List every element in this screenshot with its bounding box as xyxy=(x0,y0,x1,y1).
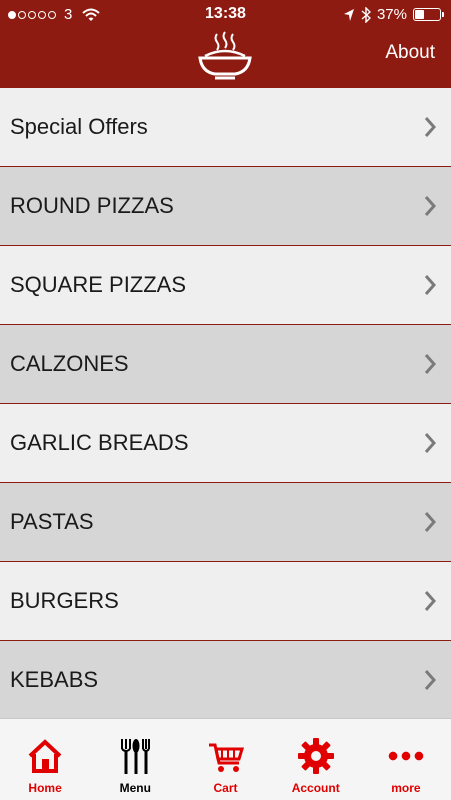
battery-icon xyxy=(413,8,444,21)
gear-icon xyxy=(297,737,335,775)
menu-row-label: BURGERS xyxy=(10,588,119,613)
tab-cart-label: Cart xyxy=(213,781,238,795)
menu-row[interactable]: Special Offers xyxy=(0,88,451,167)
tab-account[interactable]: Account xyxy=(271,719,361,800)
menu-row[interactable]: SQUARE PIZZAS xyxy=(0,246,451,325)
chevron-right-icon xyxy=(424,275,437,295)
menu-row[interactable]: PASTAS xyxy=(0,483,451,562)
more-dots-icon xyxy=(387,737,425,775)
menu-row[interactable]: CALZONES xyxy=(0,325,451,404)
bluetooth-icon xyxy=(361,6,371,23)
tab-menu[interactable]: Menu xyxy=(90,719,180,800)
menu-row-label: KEBABS xyxy=(10,667,99,692)
menu-row-label: Special Offers xyxy=(10,114,148,139)
chevron-right-icon xyxy=(424,354,437,374)
menu-category-list: Special Offers ROUND PIZZAS SQUARE PIZZAS C… xyxy=(0,88,451,720)
menu-row-label: SQUARE PIZZAS xyxy=(10,272,187,297)
tab-menu-label: Menu xyxy=(119,781,151,795)
home-icon xyxy=(26,737,64,775)
chevron-right-icon xyxy=(424,196,437,216)
menu-row-label: PASTAS xyxy=(10,509,94,534)
cart-icon xyxy=(207,737,245,775)
status-bar: 3 13:38 37% xyxy=(0,0,451,30)
chevron-right-icon xyxy=(424,670,437,690)
tab-home-label: Home xyxy=(28,781,62,795)
noodle-bowl-icon xyxy=(198,31,252,80)
chevron-right-icon xyxy=(424,512,437,532)
menu-row-label: CALZONES xyxy=(10,351,129,376)
menu-row[interactable]: KEBABS xyxy=(0,641,451,720)
tab-cart[interactable]: Cart xyxy=(180,719,270,800)
status-right-group: 37% xyxy=(343,6,444,23)
menu-row-label: ROUND PIZZAS xyxy=(10,193,174,218)
menu-row[interactable]: GARLIC BREADS xyxy=(0,404,451,483)
tab-home[interactable]: Home xyxy=(0,719,90,800)
menu-row-label: GARLIC BREADS xyxy=(10,430,189,455)
tab-bar: Home Menu Cart Account more xyxy=(0,718,451,800)
tab-more-label: more xyxy=(391,781,421,795)
chevron-right-icon xyxy=(424,433,437,453)
about-link[interactable]: About xyxy=(385,42,435,64)
battery-fill xyxy=(415,10,424,19)
menu-row[interactable]: BURGERS xyxy=(0,562,451,641)
cutlery-icon xyxy=(116,737,154,775)
chevron-right-icon xyxy=(424,591,437,611)
tab-more[interactable]: more xyxy=(361,719,451,800)
location-arrow-icon xyxy=(343,8,354,21)
chevron-right-icon xyxy=(424,117,437,137)
menu-row[interactable]: ROUND PIZZAS xyxy=(0,167,451,246)
battery-percent: 37% xyxy=(376,6,407,23)
app-header: 3 13:38 37% About xyxy=(0,0,451,88)
tab-account-label: Account xyxy=(291,781,340,795)
